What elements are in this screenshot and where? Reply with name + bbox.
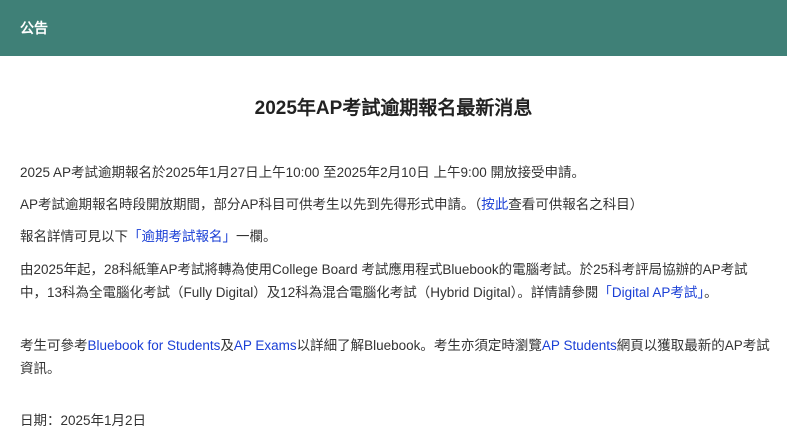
paragraph-text: 考生可參考 <box>20 338 88 353</box>
paragraph-digital-exams: 由2025年起，28科紙筆AP考試將轉為使用College Board 考試應用… <box>20 258 772 304</box>
ap-exams-link[interactable]: AP Exams <box>234 338 297 353</box>
page-title: 2025年AP考試逾期報名最新消息 <box>254 98 533 119</box>
digital-ap-link[interactable]: 「Digital AP考試」 <box>598 285 704 300</box>
paragraph-bluebook: 考生可參考Bluebook for Students及AP Exams以詳細了解… <box>20 334 772 380</box>
bluebook-students-link[interactable]: Bluebook for Students <box>88 338 221 353</box>
header-title: 公告 <box>20 20 48 36</box>
paragraph-text: 2025 AP考試逾期報名於2025年1月27日上午10:00 至2025年2月… <box>20 165 585 180</box>
paragraph-details: 報名詳情可見以下「逾期考試報名」一欄。 <box>20 225 772 248</box>
paragraph-text: 。 <box>704 285 718 300</box>
paragraph-text: 查看可供報名之科目） <box>508 197 644 212</box>
paragraph-text: 一欄。 <box>236 229 277 244</box>
late-registration-link[interactable]: 「逾期考試報名」 <box>128 229 236 244</box>
paragraph-late-registration: 2025 AP考試逾期報名於2025年1月27日上午10:00 至2025年2月… <box>20 161 772 184</box>
paragraph-text: 及 <box>220 338 234 353</box>
paragraph-subjects: AP考試逾期報名時段開放期間，部分AP科目可供考生以先到先得形式申請。（按此查看… <box>20 193 772 216</box>
header-bar: 公告 <box>0 0 787 56</box>
paragraph-text: 報名詳情可見以下 <box>20 229 128 244</box>
subjects-link[interactable]: 按此 <box>481 197 508 212</box>
announcement-content: 2025年AP考試逾期報名最新消息 2025 AP考試逾期報名於2025年1月2… <box>0 97 787 428</box>
ap-students-link[interactable]: AP Students <box>542 338 617 353</box>
paragraph-text: 以詳細了解Bluebook。考生亦須定時瀏覽 <box>296 338 542 353</box>
paragraph-text: AP考試逾期報名時段開放期間，部分AP科目可供考生以先到先得形式申請。（ <box>20 197 482 212</box>
date-line: 日期：2025年1月2日 <box>20 409 772 432</box>
date-text: 日期：2025年1月2日 <box>20 413 147 428</box>
